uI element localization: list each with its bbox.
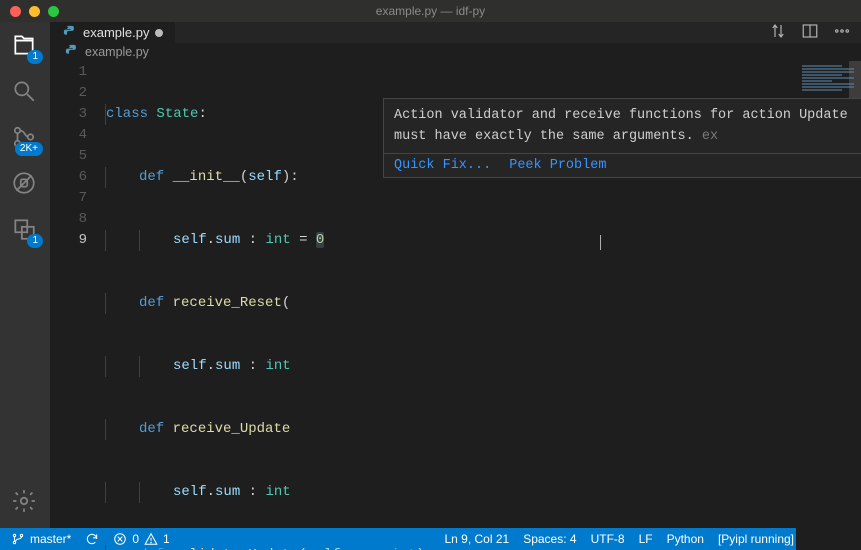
tab-filename: example.py (83, 25, 149, 40)
compare-changes-icon[interactable] (769, 22, 787, 43)
scm-badge: 2K+ (15, 142, 43, 156)
python-file-icon (62, 24, 77, 42)
search-icon[interactable] (11, 78, 39, 106)
run-badge: 1 (27, 234, 43, 248)
quick-fix-link[interactable]: Quick Fix... (394, 158, 491, 173)
split-editor-icon[interactable] (801, 22, 819, 43)
tab-bar: example.py (50, 22, 861, 43)
source-control-icon[interactable]: 2K+ (11, 124, 39, 152)
no-bug-icon[interactable] (11, 170, 39, 198)
python-file-icon (64, 43, 79, 61)
breadcrumb[interactable]: example.py (50, 43, 861, 61)
minimize-window-icon[interactable] (29, 6, 40, 17)
run-icon[interactable]: 1 (11, 216, 39, 244)
activity-bar: 1 2K+ 1 (0, 22, 50, 528)
traffic-lights (0, 6, 59, 17)
tab-modified-icon (155, 29, 163, 37)
settings-gear-icon[interactable] (11, 488, 39, 516)
maximize-window-icon[interactable] (48, 6, 59, 17)
hover-message: Action validator and receive functions f… (384, 99, 861, 153)
line-gutter: 123 456 789 (50, 61, 105, 550)
peek-problem-link[interactable]: Peek Problem (509, 158, 606, 173)
explorer-badge: 1 (27, 50, 43, 64)
more-actions-icon[interactable] (833, 22, 851, 43)
window-title: example.py — idf-py (0, 4, 861, 18)
breadcrumb-file: example.py (85, 45, 149, 59)
close-window-icon[interactable] (10, 6, 21, 17)
explorer-icon[interactable]: 1 (11, 32, 39, 60)
text-cursor-icon (600, 235, 601, 250)
title-bar: example.py — idf-py (0, 0, 861, 22)
hover-diagnostic: Action validator and receive functions f… (383, 98, 861, 178)
tab-example-py[interactable]: example.py (50, 22, 176, 43)
